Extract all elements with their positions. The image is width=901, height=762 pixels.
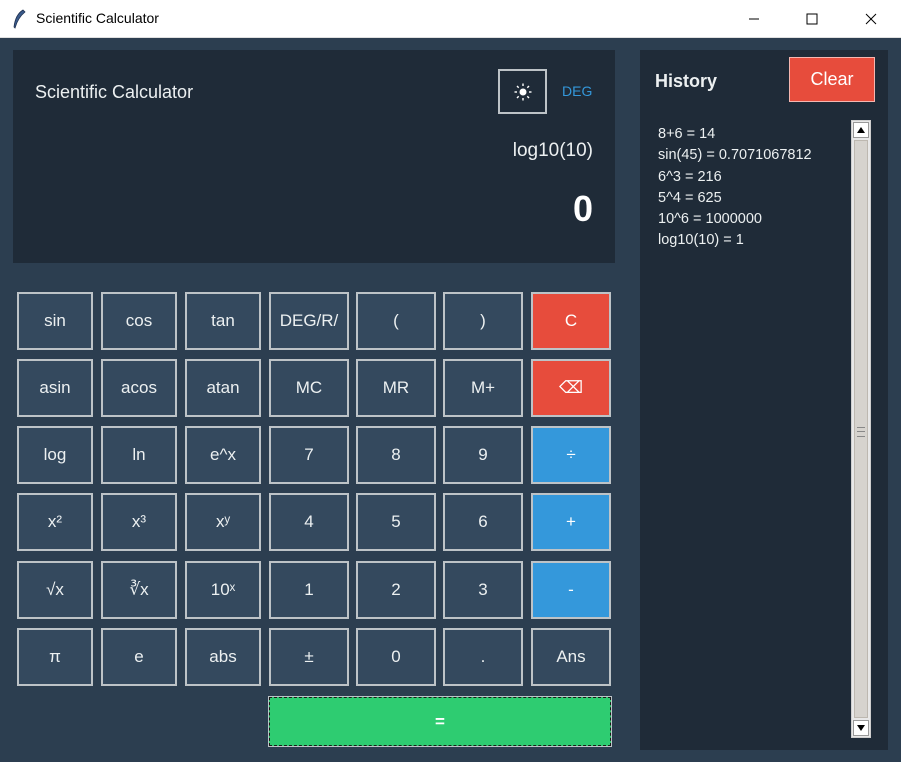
pi-button[interactable]: π (17, 628, 93, 686)
minimize-icon (749, 18, 759, 20)
window-title: Scientific Calculator (36, 10, 159, 26)
ten-power-button[interactable]: 10ˣ (185, 561, 261, 619)
right-paren-button[interactable]: ) (443, 292, 523, 350)
angle-mode-label: DEG (562, 83, 593, 99)
divide-button[interactable]: ÷ (531, 426, 611, 484)
digit-2-button[interactable]: 2 (356, 561, 436, 619)
calculator-title: Scientific Calculator (35, 82, 194, 102)
digit-7-button[interactable]: 7 (269, 426, 349, 484)
feather-icon (13, 9, 26, 29)
log-button[interactable]: log (17, 426, 93, 484)
tan-button[interactable]: tan (185, 292, 261, 350)
scroll-down-button[interactable] (853, 720, 869, 736)
atan-button[interactable]: atan (185, 359, 261, 417)
digit-6-button[interactable]: 6 (443, 493, 523, 551)
memory-add-button[interactable]: M+ (443, 359, 523, 417)
memory-clear-button[interactable]: MC (269, 359, 349, 417)
cos-button[interactable]: cos (101, 292, 177, 350)
history-title: History (655, 71, 718, 91)
expression-display: log10(10) (512, 140, 593, 161)
title-bar: Scientific Calculator (0, 0, 901, 38)
arrow-down-icon (857, 725, 865, 731)
digit-4-button[interactable]: 4 (269, 493, 349, 551)
plus-button[interactable]: + (531, 493, 611, 551)
digit-9-button[interactable]: 9 (443, 426, 523, 484)
euler-button[interactable]: e (101, 628, 177, 686)
acos-button[interactable]: acos (101, 359, 177, 417)
sqrt-button[interactable]: √x (17, 561, 93, 619)
power-button[interactable]: xʸ (185, 493, 261, 551)
history-item[interactable]: 6^3 = 216 (658, 167, 858, 188)
ans-button[interactable]: Ans (531, 628, 611, 686)
history-scrollbar[interactable] (851, 120, 871, 738)
history-item[interactable]: 10^6 = 1000000 (658, 209, 858, 230)
left-paren-button[interactable]: ( (356, 292, 436, 350)
minus-button[interactable]: - (531, 561, 611, 619)
sin-button[interactable]: sin (17, 292, 93, 350)
maximize-button[interactable] (783, 0, 841, 38)
memory-recall-button[interactable]: MR (356, 359, 436, 417)
cbrt-button[interactable]: ∛x (101, 561, 177, 619)
cube-button[interactable]: x³ (101, 493, 177, 551)
clear-button[interactable]: C (531, 292, 611, 350)
plus-minus-button[interactable]: ± (269, 628, 349, 686)
arrow-up-icon (857, 127, 865, 133)
close-icon (865, 13, 877, 25)
theme-toggle-button[interactable] (498, 69, 547, 114)
ln-button[interactable]: ln (101, 426, 177, 484)
exp-button[interactable]: e^x (185, 426, 261, 484)
equals-button[interactable]: = (268, 696, 612, 747)
minimize-button[interactable] (725, 0, 783, 38)
decimal-button[interactable]: . (443, 628, 523, 686)
digit-0-button[interactable]: 0 (356, 628, 436, 686)
scroll-thumb[interactable] (854, 140, 868, 718)
history-item[interactable]: 8+6 = 14 (658, 124, 858, 145)
close-button[interactable] (842, 0, 900, 38)
square-button[interactable]: x² (17, 493, 93, 551)
history-list: 8+6 = 14 sin(45) = 0.7071067812 6^3 = 21… (658, 124, 858, 252)
digit-8-button[interactable]: 8 (356, 426, 436, 484)
display-panel: Scientific Calculator DEG log10(10) 0 (13, 50, 615, 263)
deg-rad-toggle-button[interactable]: DEG/R/ (269, 292, 349, 350)
sun-icon (514, 83, 531, 100)
history-item[interactable]: log10(10) = 1 (658, 230, 858, 251)
backspace-button[interactable]: ⌫ (531, 359, 611, 417)
grip-icon (857, 427, 865, 437)
maximize-icon (806, 13, 818, 25)
history-item[interactable]: 5^4 = 625 (658, 188, 858, 209)
abs-button[interactable]: abs (185, 628, 261, 686)
digit-1-button[interactable]: 1 (269, 561, 349, 619)
history-item[interactable]: sin(45) = 0.7071067812 (658, 145, 858, 166)
clear-history-button[interactable]: Clear (789, 57, 875, 102)
scroll-up-button[interactable] (853, 122, 869, 138)
history-panel: History Clear 8+6 = 14 sin(45) = 0.70710… (640, 50, 888, 750)
asin-button[interactable]: asin (17, 359, 93, 417)
result-display: 0 (572, 188, 593, 229)
digit-5-button[interactable]: 5 (356, 493, 436, 551)
digit-3-button[interactable]: 3 (443, 561, 523, 619)
